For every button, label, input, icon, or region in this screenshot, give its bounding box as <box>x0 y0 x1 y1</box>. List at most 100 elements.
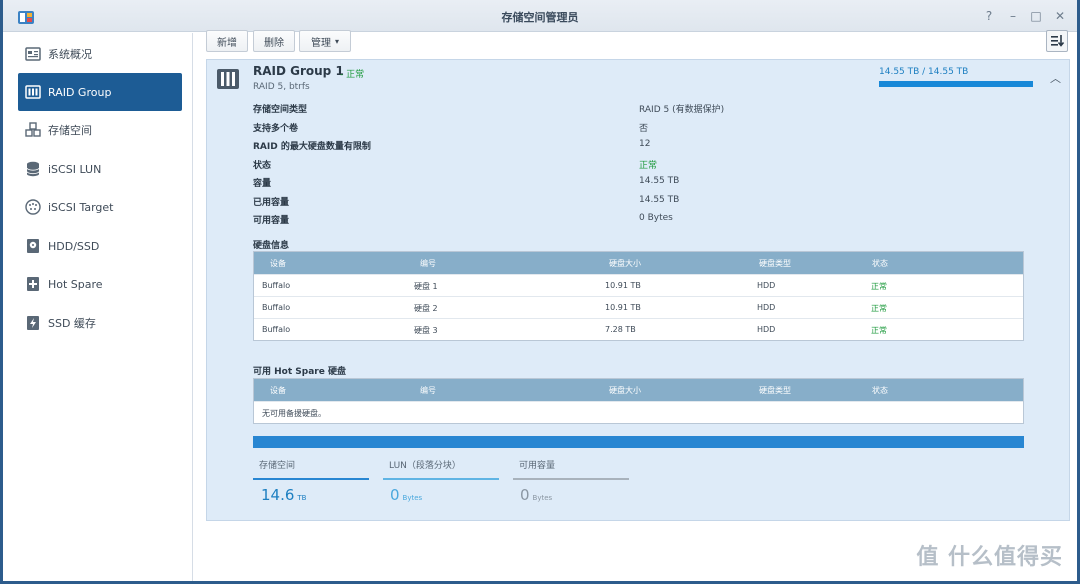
prop-label-used: 已用容量 <box>253 198 290 208</box>
column-header[interactable]: 设备 <box>270 385 286 396</box>
stat-available[interactable]: 可用容量 <box>513 458 629 482</box>
prop-value-status: 正常 <box>639 161 658 171</box>
manage-label: 管理 <box>310 37 331 49</box>
sidebar-item-label: iSCSI Target <box>48 200 114 214</box>
prop-label-status: 状态 <box>253 161 272 171</box>
empty-row: 无可用备援硬盘。 <box>254 401 1023 423</box>
sidebar-item-hot-spare[interactable]: Hot Spare <box>18 265 182 303</box>
collapse-icon[interactable]: ︿ <box>1050 70 1061 86</box>
cell-status: 正常 <box>871 282 887 291</box>
raid-group-status: - 正常 <box>340 67 364 80</box>
raid-group-title: RAID Group 1 <box>253 64 344 78</box>
disk-info-table: 设备 编号 硬盘大小 硬盘类型 状态 Buffalo 硬盘 1 10.91 TB… <box>253 251 1024 341</box>
stat-label: 存储空间 <box>259 461 296 471</box>
cell-size: 10.91 TB <box>605 303 641 312</box>
sidebar: 系统概况 RAID Group 存储空间 iSCSI LUN iSCSI Tar… <box>3 33 193 581</box>
stat-label: LUN（段落分块） <box>389 461 461 471</box>
prop-label-storage-type: 存储空间类型 <box>253 105 308 115</box>
cell-number: 硬盘 1 <box>414 282 438 291</box>
help-icon[interactable]: ? <box>981 8 997 24</box>
sidebar-item-label: 存储空间 <box>48 124 92 137</box>
column-header[interactable]: 状态 <box>872 258 888 269</box>
column-header[interactable]: 设备 <box>270 258 286 269</box>
usage-text: 14.55 TB / 14.55 TB <box>879 67 969 77</box>
stat-number: 0 <box>520 486 530 504</box>
raid-group-subtitle: RAID 5, btrfs <box>253 82 310 92</box>
cell-size: 7.28 TB <box>605 325 636 334</box>
prop-value-capacity: 14.55 TB <box>639 176 680 186</box>
column-header[interactable]: 编号 <box>420 385 436 396</box>
hdd-icon <box>27 239 39 253</box>
prop-value-used: 14.55 TB <box>639 195 680 205</box>
watermark: 值 什么值得买 <box>916 545 1063 570</box>
column-header[interactable]: 硬盘类型 <box>759 385 791 396</box>
cell-number: 硬盘 2 <box>414 304 438 313</box>
column-header[interactable]: 硬盘类型 <box>759 258 791 269</box>
cell-status: 正常 <box>871 326 887 335</box>
cell-number: 硬盘 3 <box>414 326 438 335</box>
column-header[interactable]: 状态 <box>872 385 888 396</box>
sidebar-item-hdd-ssd[interactable]: HDD/SSD <box>18 227 182 265</box>
ssd-cache-icon <box>27 316 39 330</box>
table-header: 设备 编号 硬盘大小 硬盘类型 状态 <box>254 252 1023 274</box>
cell-type: HDD <box>757 303 776 312</box>
stat-lun[interactable]: LUN（段落分块） <box>383 458 499 482</box>
sidebar-item-iscsi-lun[interactable]: iSCSI LUN <box>18 150 182 188</box>
close-icon[interactable]: ✕ <box>1052 8 1068 24</box>
status-text: 正常 <box>346 70 365 80</box>
stat-label: 可用容量 <box>519 461 556 471</box>
cell-size: 10.91 TB <box>605 281 641 290</box>
raid-group-icon <box>217 69 239 89</box>
overview-icon <box>25 47 41 61</box>
prop-value-available: 0 Bytes <box>639 213 673 223</box>
manage-dropdown[interactable]: 管理 ▾ <box>299 30 351 52</box>
globe-icon <box>25 199 41 215</box>
storage-manager-window: 存储空间管理员 ? – □ ✕ 系统概况 RAID Group 存储空间 iSC… <box>0 0 1080 584</box>
prop-label-multi-volume: 支持多个卷 <box>253 124 299 134</box>
stat-number: 14.6 <box>261 486 295 504</box>
delete-button[interactable]: 删除 <box>253 30 295 52</box>
column-header[interactable]: 编号 <box>420 258 436 269</box>
prop-label-capacity: 容量 <box>253 179 272 189</box>
usage-bar <box>879 81 1033 87</box>
sidebar-item-label: Hot Spare <box>48 277 103 291</box>
sidebar-item-ssd-cache[interactable]: SSD 缓存 <box>18 304 182 342</box>
stat-underline <box>253 478 369 480</box>
sidebar-item-overview[interactable]: 系统概况 <box>18 35 182 73</box>
table-row[interactable]: Buffalo 硬盘 2 10.91 TB HDD 正常 <box>254 296 1023 318</box>
raid-group-panel[interactable]: RAID Group 1 - 正常 RAID 5, btrfs 14.55 TB… <box>206 59 1070 521</box>
sidebar-item-storage-space[interactable]: 存储空间 <box>18 111 182 149</box>
empty-text: 无可用备援硬盘。 <box>262 409 326 418</box>
sidebar-item-label: iSCSI LUN <box>48 162 102 176</box>
cell-type: HDD <box>757 281 776 290</box>
table-header: 设备 编号 硬盘大小 硬盘类型 状态 <box>254 379 1023 401</box>
stat-storage-space[interactable]: 存储空间 <box>253 458 369 482</box>
stat-number: 0 <box>390 486 400 504</box>
plus-disk-icon <box>27 277 39 291</box>
disk-info-title: 硬盘信息 <box>253 241 290 251</box>
sidebar-item-label: HDD/SSD <box>48 239 100 253</box>
sort-icon <box>1051 35 1065 47</box>
table-row[interactable]: Buffalo 硬盘 3 7.28 TB HDD 正常 <box>254 318 1023 340</box>
table-row[interactable]: Buffalo 硬盘 1 10.91 TB HDD 正常 <box>254 274 1023 296</box>
maximize-icon[interactable]: □ <box>1028 8 1044 24</box>
stat-unit: TB <box>297 494 307 502</box>
database-icon <box>26 161 40 177</box>
column-header[interactable]: 硬盘大小 <box>609 385 641 396</box>
title-bar: 存储空间管理员 ? – □ ✕ <box>3 0 1077 32</box>
cell-device: Buffalo <box>262 303 291 312</box>
sort-view-button[interactable] <box>1046 30 1068 52</box>
stat-value-available: 0 Bytes <box>520 486 552 504</box>
prop-value-storage-type: RAID 5 (有数据保护) <box>639 105 725 115</box>
sidebar-item-raid-group[interactable]: RAID Group <box>18 73 182 111</box>
raid-icon <box>25 85 41 99</box>
column-header[interactable]: 硬盘大小 <box>609 258 641 269</box>
storage-distribution-bar <box>253 436 1024 448</box>
sidebar-item-iscsi-target[interactable]: iSCSI Target <box>18 188 182 226</box>
prop-value-max-disks: 12 <box>639 139 651 149</box>
minimize-icon[interactable]: – <box>1005 8 1021 24</box>
sidebar-item-label: SSD 缓存 <box>48 317 96 330</box>
prop-value-multi-volume: 否 <box>639 124 649 134</box>
stat-underline <box>383 478 499 480</box>
create-button[interactable]: 新增 <box>206 30 248 52</box>
